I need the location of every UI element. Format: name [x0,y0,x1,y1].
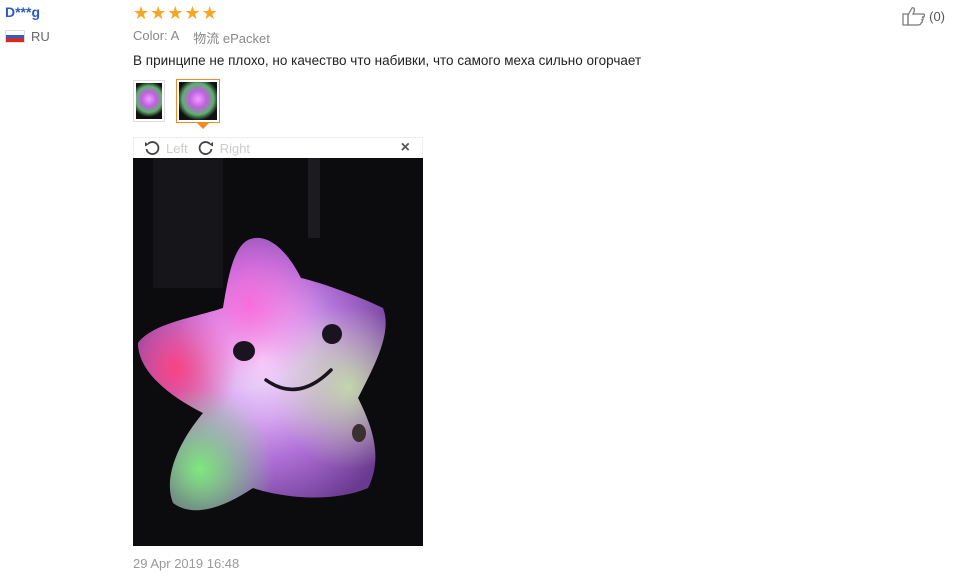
reviewer-country: RU [5,29,50,44]
star-icon: ★ [167,3,184,24]
star-icon: ★ [201,3,218,24]
shipping-label: 物流 [193,31,220,46]
thumbnail-image [136,83,162,119]
thumbs-up-icon [902,7,926,26]
close-viewer-button[interactable]: × [401,139,410,157]
shipping-value: ePacket [222,31,270,46]
photo-viewer: Left Right × [133,137,423,546]
color-label: Color: [133,28,168,43]
helpful-button[interactable]: (0) [902,6,945,26]
photo-thumbnail-active[interactable] [176,79,220,123]
star-icon: ★ [150,3,167,24]
star-rating: ★ ★ ★ ★ ★ [133,5,218,23]
glowing-star-pillow-image [133,158,423,546]
rotate-left-label: Left [166,140,188,156]
color-value: A [170,28,180,43]
rotate-right-label: Right [219,140,251,156]
star-icon: ★ [184,3,201,24]
reviewer-info: D***g RU [5,4,50,44]
review-photo-thumbnails [133,79,220,123]
rotate-left-button[interactable]: Left [144,140,188,156]
rotate-right-icon [198,141,213,155]
reviewer-name[interactable]: D***g [5,4,50,20]
star-icon: ★ [133,3,150,24]
viewer-toolbar: Left Right × [133,137,423,158]
russia-flag-icon [5,30,25,43]
country-code: RU [31,29,50,44]
photo-thumbnail[interactable] [133,80,165,122]
helpful-count: (0) [929,8,945,24]
rotate-left-icon [145,141,160,155]
order-meta: Color: A 物流 ePacket [133,28,270,47]
color-info: Color: A [133,28,179,47]
shipping-info: 物流 ePacket [193,28,270,47]
thumbnail-image [179,82,217,120]
review-date: 29 Apr 2019 16:48 [133,556,240,571]
rotate-right-button[interactable]: Right [198,140,250,156]
review-text: В принципе не плохо, но качество что наб… [133,53,642,68]
active-thumb-caret [197,123,209,129]
review-photo [133,158,423,546]
